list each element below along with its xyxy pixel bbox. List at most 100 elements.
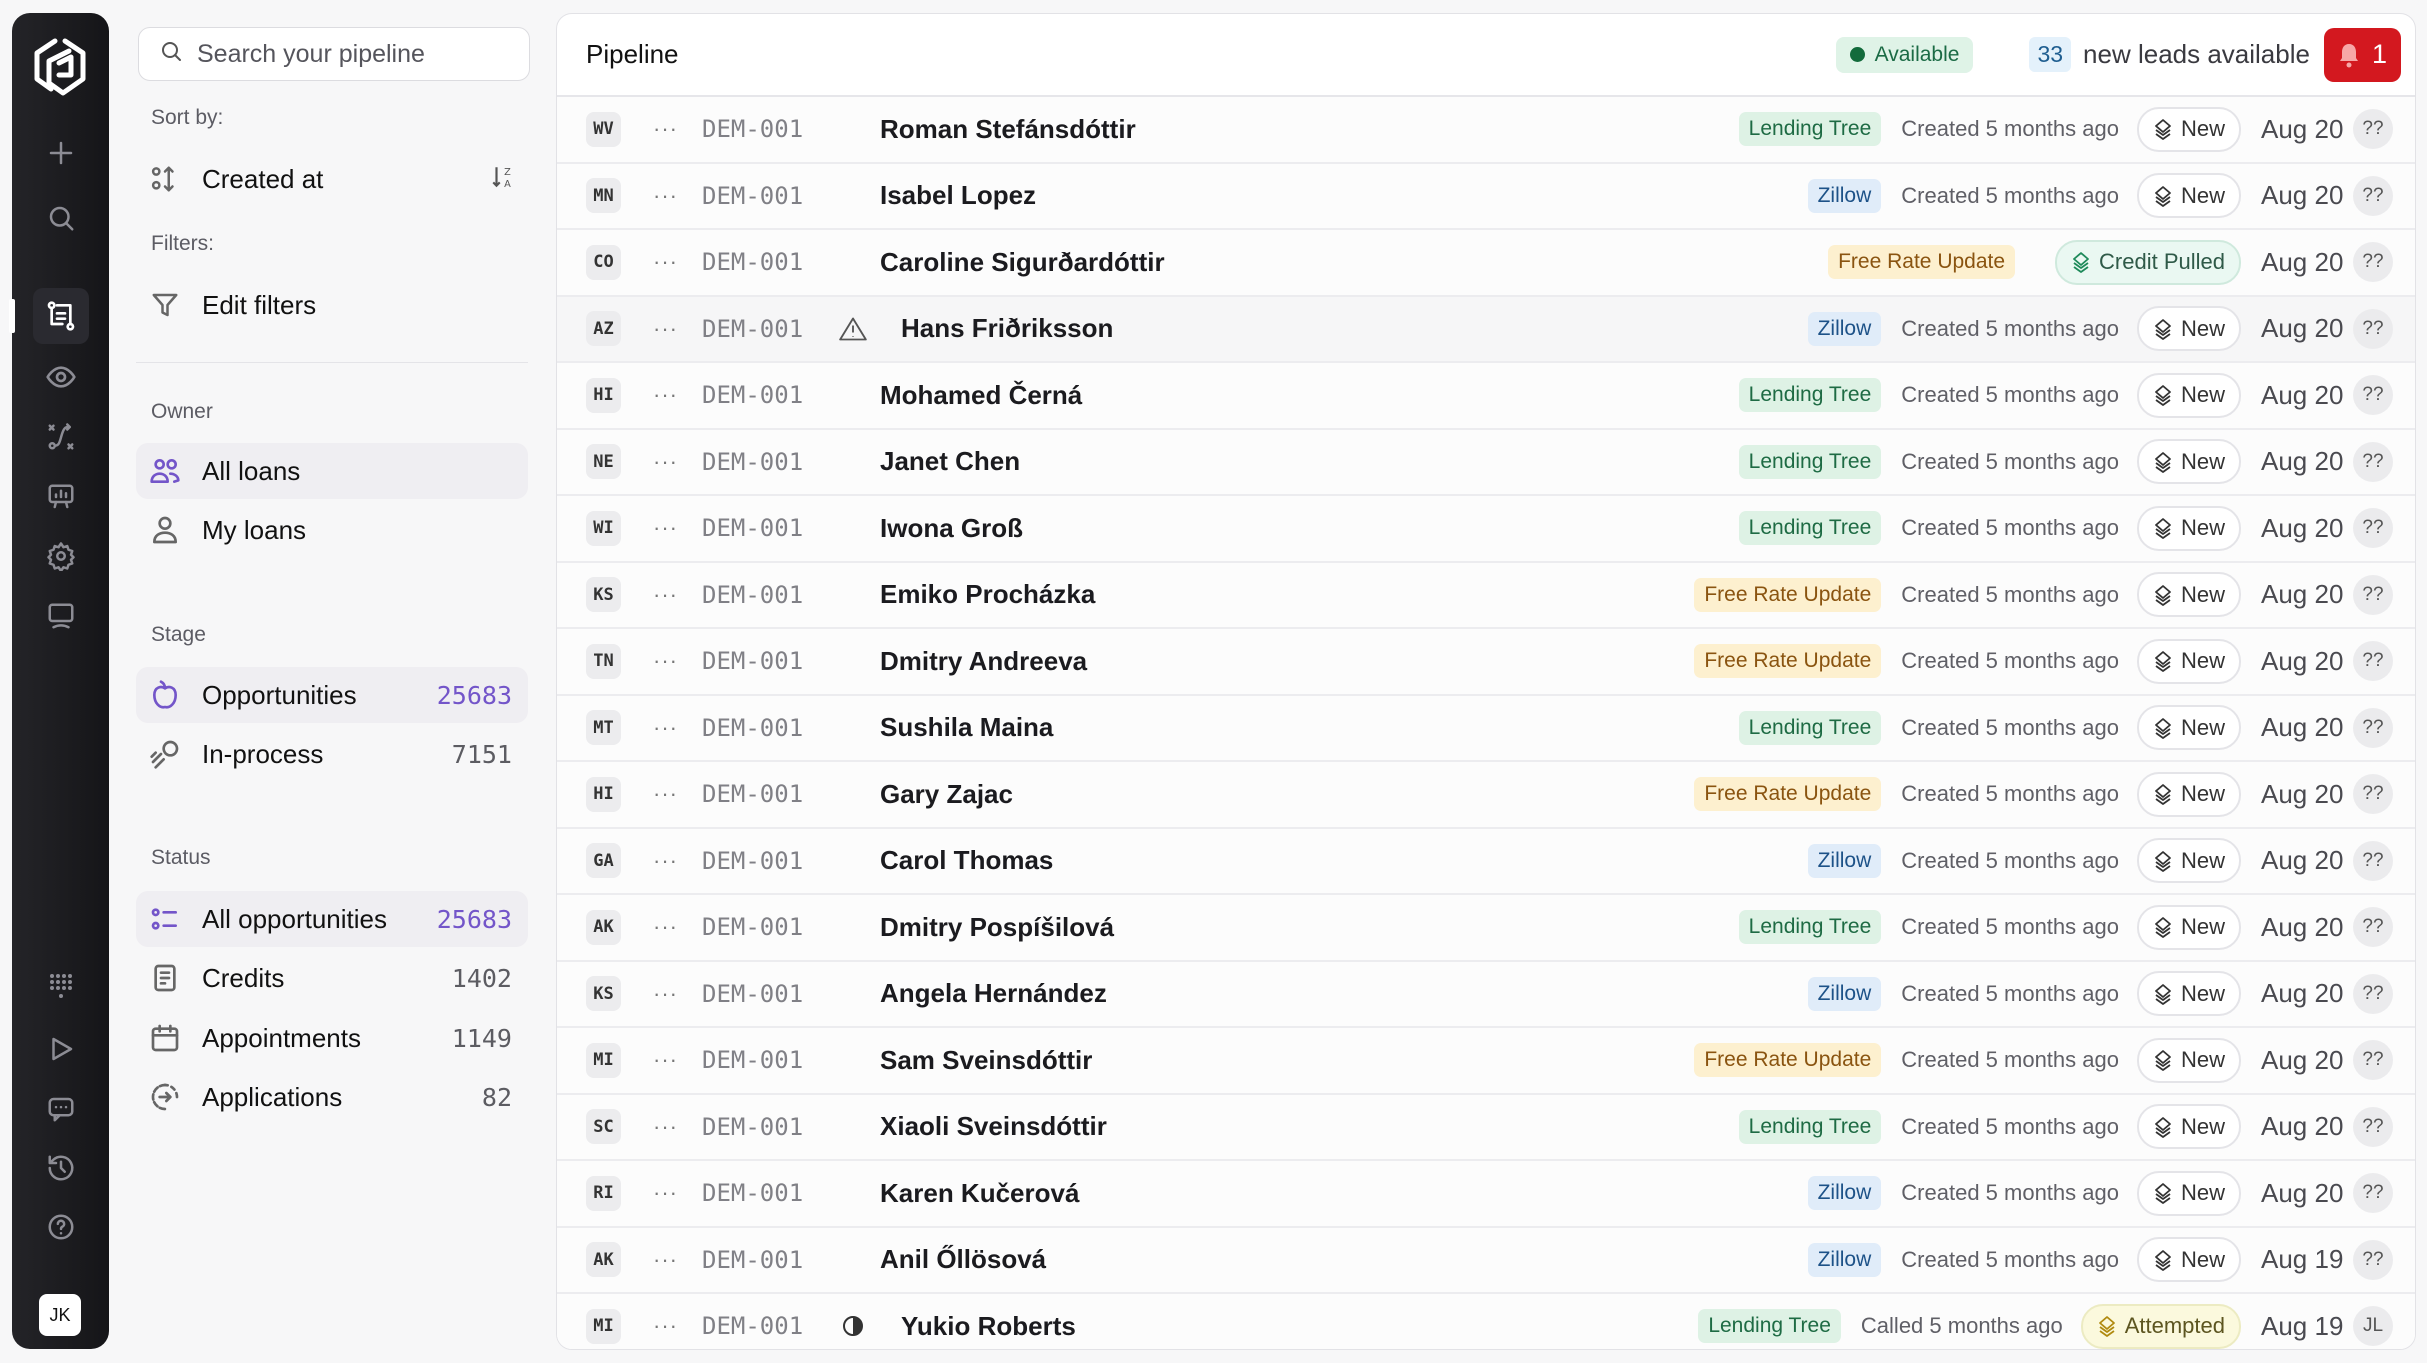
notifications-button[interactable]: 1 (2323, 27, 2401, 82)
stage-pill[interactable]: New (2136, 173, 2241, 219)
owner-avatar[interactable]: ?? (2353, 641, 2393, 682)
table-row[interactable]: HI ··· DEM-001 Mohamed Černá Lending Tre… (557, 363, 2415, 430)
borrower-name[interactable]: Carol Thomas (880, 845, 1053, 876)
owner-avatar[interactable]: ?? (2353, 973, 2393, 1014)
owner-avatar[interactable]: ?? (2353, 907, 2393, 948)
dialpad-icon[interactable] (38, 964, 84, 1010)
edit-filters-button[interactable]: Edit filters (136, 277, 528, 333)
table-row[interactable]: WV ··· DEM-001 Roman Stefánsdóttir Lendi… (557, 97, 2415, 164)
stage-pill[interactable]: Credit Pulled (2055, 239, 2241, 285)
owner-avatar[interactable]: ?? (2353, 1173, 2393, 1214)
table-row[interactable]: MT ··· DEM-001 Sushila Maina Lending Tre… (557, 695, 2415, 762)
more-options-icon[interactable]: ··· (653, 715, 678, 741)
stage-pill[interactable]: New (2136, 306, 2241, 352)
table-row[interactable]: TN ··· DEM-001 Dmitry Andreeva Free Rate… (557, 629, 2415, 696)
borrower-name[interactable]: Roman Stefánsdóttir (880, 114, 1136, 145)
stage-pill[interactable]: Attempted (2080, 1303, 2241, 1349)
gear-icon[interactable] (38, 533, 84, 579)
more-options-icon[interactable]: ··· (653, 116, 678, 142)
help-icon[interactable] (38, 1204, 84, 1250)
chat-icon[interactable] (38, 1086, 84, 1132)
leads-count-badge[interactable]: 33 (2029, 37, 2072, 72)
more-options-icon[interactable]: ··· (653, 1047, 678, 1073)
status-all-opportunities[interactable]: All opportunities 25683 (136, 891, 528, 947)
more-options-icon[interactable]: ··· (653, 316, 678, 342)
owner-avatar[interactable]: ?? (2353, 574, 2393, 615)
more-options-icon[interactable]: ··· (653, 515, 678, 541)
table-row[interactable]: GA ··· DEM-001 Carol Thomas Zillow Creat… (557, 828, 2415, 895)
stage-pill[interactable]: New (2136, 505, 2241, 551)
search-input[interactable]: Search your pipeline (138, 27, 530, 81)
stage-pill[interactable]: New (2136, 106, 2241, 152)
owner-all-loans[interactable]: All loans (136, 443, 528, 499)
status-appointments[interactable]: Appointments 1149 (136, 1010, 528, 1066)
stage-pill[interactable]: New (2136, 372, 2241, 418)
more-options-icon[interactable]: ··· (653, 1180, 678, 1206)
more-options-icon[interactable]: ··· (653, 1114, 678, 1140)
table-row[interactable]: KS ··· DEM-001 Angela Hernández Zillow C… (557, 961, 2415, 1028)
owner-avatar[interactable]: ?? (2353, 242, 2393, 283)
table-row[interactable]: MI ··· DEM-001 Yukio Roberts Lending Tre… (557, 1294, 2415, 1349)
owner-avatar[interactable]: ?? (2353, 1106, 2393, 1147)
more-options-icon[interactable]: ··· (653, 1247, 678, 1273)
more-options-icon[interactable]: ··· (653, 382, 678, 408)
owner-avatar[interactable]: ?? (2353, 1239, 2393, 1280)
stage-pill[interactable]: New (2136, 705, 2241, 751)
owner-avatar[interactable]: ?? (2353, 1040, 2393, 1081)
borrower-name[interactable]: Dmitry Pospíšilová (880, 912, 1114, 943)
table-row[interactable]: SC ··· DEM-001 Xiaoli Sveinsdóttir Lendi… (557, 1094, 2415, 1161)
stage-pill[interactable]: New (2136, 838, 2241, 884)
monitor-icon[interactable] (38, 593, 84, 639)
stage-pill[interactable]: New (2136, 1237, 2241, 1283)
borrower-name[interactable]: Caroline Sigurðardóttir (880, 247, 1165, 278)
owner-avatar[interactable]: ?? (2353, 375, 2393, 416)
owner-avatar[interactable]: JL (2353, 1306, 2393, 1347)
availability-status[interactable]: Available (1835, 36, 1974, 73)
borrower-name[interactable]: Anil Őllösová (880, 1244, 1046, 1275)
borrower-name[interactable]: Mohamed Černá (880, 380, 1082, 411)
borrower-name[interactable]: Sam Sveinsdóttir (880, 1045, 1092, 1076)
owner-avatar[interactable]: ?? (2353, 109, 2393, 150)
stage-pill[interactable]: New (2136, 439, 2241, 485)
more-options-icon[interactable]: ··· (653, 582, 678, 608)
owner-avatar[interactable]: ?? (2353, 441, 2393, 482)
stage-in-process[interactable]: In-process 7151 (136, 726, 528, 782)
more-options-icon[interactable]: ··· (653, 183, 678, 209)
more-options-icon[interactable]: ··· (653, 1313, 678, 1339)
table-row[interactable]: AZ ··· DEM-001 Hans Friðriksson Zillow C… (557, 296, 2415, 363)
table-row[interactable]: AK ··· DEM-001 Dmitry Pospíšilová Lendin… (557, 895, 2415, 962)
more-options-icon[interactable]: ··· (653, 249, 678, 275)
borrower-name[interactable]: Gary Zajac (880, 779, 1013, 810)
route-icon[interactable] (38, 414, 84, 460)
stage-opportunities[interactable]: Opportunities 25683 (136, 667, 528, 723)
table-row[interactable]: MN ··· DEM-001 Isabel Lopez Zillow Creat… (557, 163, 2415, 230)
more-options-icon[interactable]: ··· (653, 981, 678, 1007)
stage-pill[interactable]: New (2136, 904, 2241, 950)
user-avatar[interactable]: JK (39, 1294, 81, 1336)
owner-avatar[interactable]: ?? (2353, 840, 2393, 881)
pipeline-icon[interactable] (33, 288, 89, 344)
owner-my-loans[interactable]: My loans (136, 502, 528, 558)
table-row[interactable]: NE ··· DEM-001 Janet Chen Lending Tree C… (557, 429, 2415, 496)
table-row[interactable]: WI ··· DEM-001 Iwona Groß Lending Tree C… (557, 496, 2415, 563)
eye-icon[interactable] (38, 354, 84, 400)
more-options-icon[interactable]: ··· (653, 449, 678, 475)
sort-created-at[interactable]: Created at ZA (136, 151, 528, 207)
borrower-name[interactable]: Iwona Groß (880, 513, 1023, 544)
borrower-name[interactable]: Dmitry Andreeva (880, 646, 1087, 677)
play-icon[interactable] (38, 1026, 84, 1072)
borrower-name[interactable]: Janet Chen (880, 446, 1020, 477)
table-row[interactable]: MI ··· DEM-001 Sam Sveinsdóttir Free Rat… (557, 1028, 2415, 1095)
table-row[interactable]: HI ··· DEM-001 Gary Zajac Free Rate Upda… (557, 762, 2415, 829)
status-credits[interactable]: Credits 1402 (136, 950, 528, 1006)
borrower-name[interactable]: Isabel Lopez (880, 180, 1036, 211)
borrower-name[interactable]: Hans Friðriksson (901, 313, 1113, 344)
more-options-icon[interactable]: ··· (653, 781, 678, 807)
owner-avatar[interactable]: ?? (2353, 707, 2393, 748)
borrower-name[interactable]: Xiaoli Sveinsdóttir (880, 1111, 1107, 1142)
more-options-icon[interactable]: ··· (653, 648, 678, 674)
table-row[interactable]: KS ··· DEM-001 Emiko Procházka Free Rate… (557, 562, 2415, 629)
owner-avatar[interactable]: ?? (2353, 308, 2393, 349)
borrower-name[interactable]: Sushila Maina (880, 712, 1053, 743)
owner-avatar[interactable]: ?? (2353, 508, 2393, 549)
